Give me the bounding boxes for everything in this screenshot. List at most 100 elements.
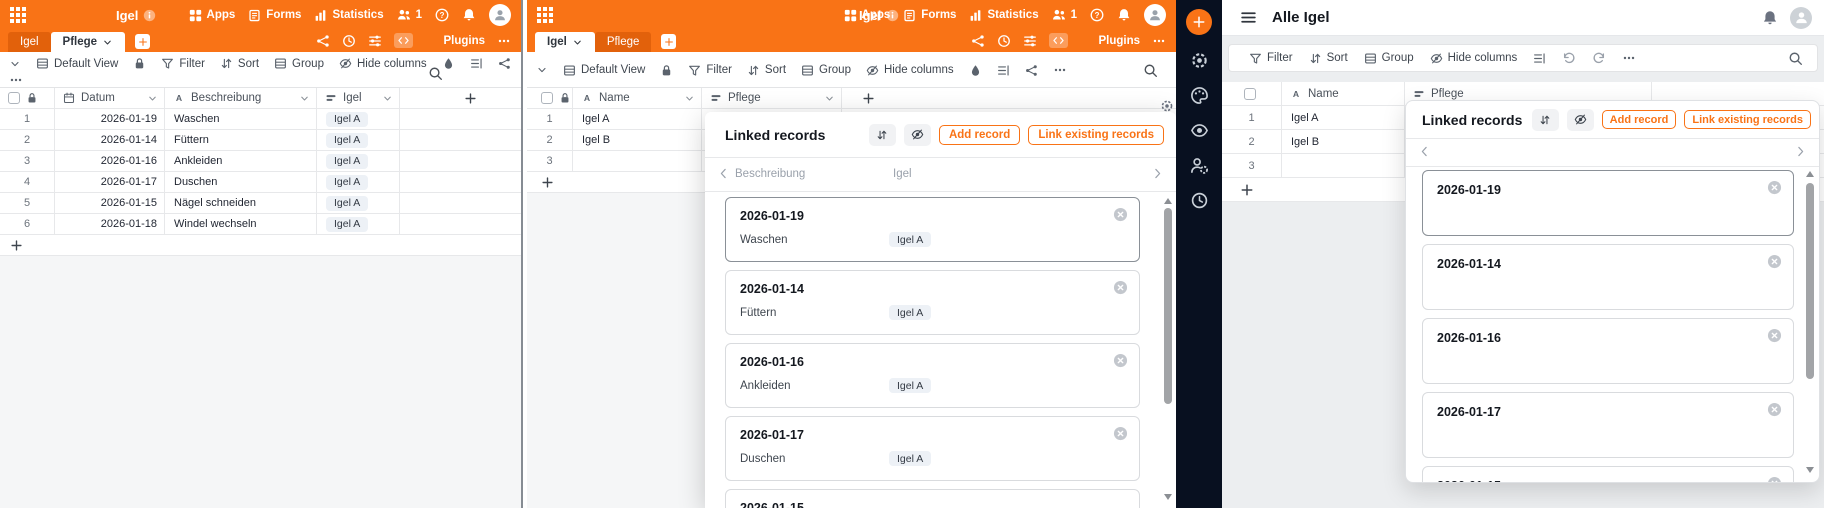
search-icon[interactable]: [1788, 51, 1803, 66]
select-all-checkbox[interactable]: [1244, 87, 1256, 100]
collapse-icon[interactable]: [9, 58, 21, 70]
history-icon[interactable]: [342, 34, 356, 48]
link-badge[interactable]: Igel A: [326, 153, 369, 169]
cell-beschreibung[interactable]: Duschen: [165, 172, 317, 192]
column-header-name[interactable]: Name: [573, 88, 702, 108]
visibility-icon[interactable]: [1190, 121, 1209, 140]
scroll-up-icon[interactable]: [1806, 171, 1814, 177]
help-icon[interactable]: [435, 8, 449, 22]
info-icon[interactable]: [143, 9, 156, 22]
unlink-icon[interactable]: [1113, 207, 1128, 222]
cell-name[interactable]: Igel B: [573, 130, 702, 150]
sort-button[interactable]: Sort: [220, 57, 259, 70]
linked-record-card[interactable]: 2026-01-14 Füttern Igel A: [725, 270, 1140, 335]
settings-icon[interactable]: [1190, 51, 1209, 70]
cell-name[interactable]: Igel B: [1282, 130, 1405, 153]
cell-igel[interactable]: Igel A: [317, 130, 400, 150]
link-badge[interactable]: Igel A: [326, 132, 369, 148]
linked-record-card[interactable]: 2026-01-17: [1422, 392, 1794, 458]
help-icon[interactable]: [1090, 8, 1104, 22]
avatar[interactable]: [1144, 4, 1166, 26]
chevron-right-icon[interactable]: [1794, 145, 1807, 158]
link-badge[interactable]: Igel A: [889, 451, 932, 466]
avatar[interactable]: [489, 4, 511, 26]
plugins-button[interactable]: Plugins: [1080, 34, 1140, 47]
add-table-button[interactable]: [135, 34, 151, 49]
unlink-icon[interactable]: [1767, 328, 1782, 343]
link-badge[interactable]: Igel A: [326, 195, 369, 211]
plugins-button[interactable]: Plugins: [425, 34, 485, 47]
chevron-left-icon[interactable]: [1418, 145, 1431, 158]
scroll-down-icon[interactable]: [1164, 494, 1172, 500]
add-column-button[interactable]: [400, 88, 521, 108]
cell-datum[interactable]: 2026-01-15: [55, 193, 165, 213]
cell-name[interactable]: [573, 151, 702, 171]
history-icon[interactable]: [997, 34, 1011, 48]
add-row[interactable]: [0, 235, 521, 256]
add-record-button[interactable]: Add record: [1601, 110, 1677, 129]
row-height-icon[interactable]: [997, 64, 1010, 77]
more-icon[interactable]: [1152, 34, 1166, 48]
group-button[interactable]: Group: [801, 64, 851, 77]
row-number[interactable]: 3: [1222, 154, 1282, 177]
bell-icon[interactable]: [462, 8, 476, 22]
linked-record-card[interactable]: 2026-01-16 Ankleiden Igel A: [725, 343, 1140, 408]
view-settings-icon[interactable]: [1023, 34, 1037, 48]
row-number[interactable]: 3: [527, 151, 573, 171]
row-number[interactable]: 2: [0, 130, 55, 150]
collaborators[interactable]: 1: [1052, 8, 1077, 22]
row-select-header[interactable]: [0, 88, 55, 108]
row-number[interactable]: 1: [527, 109, 573, 129]
unlink-icon[interactable]: [1113, 426, 1128, 441]
cell-datum[interactable]: 2026-01-18: [55, 214, 165, 234]
row-number[interactable]: 1: [0, 109, 55, 129]
toolbar-more-icon[interactable]: [1622, 51, 1636, 65]
dock-add-button[interactable]: [1186, 9, 1212, 35]
column-header-datum[interactable]: Datum: [55, 88, 165, 108]
nav-forms[interactable]: Forms: [248, 9, 301, 22]
scroll-up-icon[interactable]: [1164, 198, 1172, 204]
account-settings-icon[interactable]: [1190, 156, 1209, 175]
more-icon[interactable]: [497, 34, 511, 48]
unlink-icon[interactable]: [1767, 476, 1782, 482]
unlink-icon[interactable]: [1767, 180, 1782, 195]
tab-igel[interactable]: Igel: [535, 32, 595, 52]
color-icon[interactable]: [442, 57, 455, 70]
grid-settings-icon[interactable]: [1160, 99, 1174, 113]
cell-igel[interactable]: Igel A: [317, 151, 400, 171]
sort-records-button[interactable]: [1531, 108, 1559, 131]
link-badge[interactable]: Igel A: [889, 232, 932, 247]
cell-igel[interactable]: Igel A: [317, 109, 400, 129]
api-code-button[interactable]: [1049, 33, 1069, 48]
toolbar-more-icon[interactable]: [9, 73, 23, 87]
cell-beschreibung[interactable]: Nägel schneiden: [165, 193, 317, 213]
nav-apps[interactable]: Apps: [189, 9, 235, 22]
search-icon[interactable]: [428, 66, 443, 81]
undo-icon[interactable]: [1562, 51, 1576, 65]
cell-datum[interactable]: 2026-01-19: [55, 109, 165, 129]
cell-datum[interactable]: 2026-01-17: [55, 172, 165, 192]
column-header-igel[interactable]: Igel: [317, 88, 400, 108]
menu-icon[interactable]: [1240, 9, 1257, 26]
column-header-pflege[interactable]: Pflege: [702, 88, 842, 108]
unlink-icon[interactable]: [1113, 353, 1128, 368]
unlink-icon[interactable]: [1767, 402, 1782, 417]
row-number[interactable]: 2: [1222, 130, 1282, 153]
row-height-icon[interactable]: [470, 57, 483, 70]
cell-name[interactable]: Igel A: [1282, 106, 1405, 129]
row-height-icon[interactable]: [1533, 52, 1546, 65]
link-badge[interactable]: Igel A: [889, 305, 932, 320]
tab-igel[interactable]: Igel: [8, 32, 51, 52]
api-code-button[interactable]: [394, 33, 414, 48]
chevron-down-icon[interactable]: [684, 93, 695, 104]
filter-button[interactable]: Filter: [161, 57, 205, 70]
chevron-down-icon[interactable]: [824, 93, 835, 104]
link-badge[interactable]: Igel A: [326, 111, 369, 127]
linked-record-card[interactable]: 2026-01-19: [1422, 170, 1794, 236]
sort-button[interactable]: Sort: [747, 64, 786, 77]
column-header-name[interactable]: Name: [1282, 82, 1405, 105]
unlink-icon[interactable]: [1113, 280, 1128, 295]
chevron-down-icon[interactable]: [299, 93, 310, 104]
filter-button[interactable]: Filter: [688, 64, 732, 77]
row-number[interactable]: 3: [0, 151, 55, 171]
